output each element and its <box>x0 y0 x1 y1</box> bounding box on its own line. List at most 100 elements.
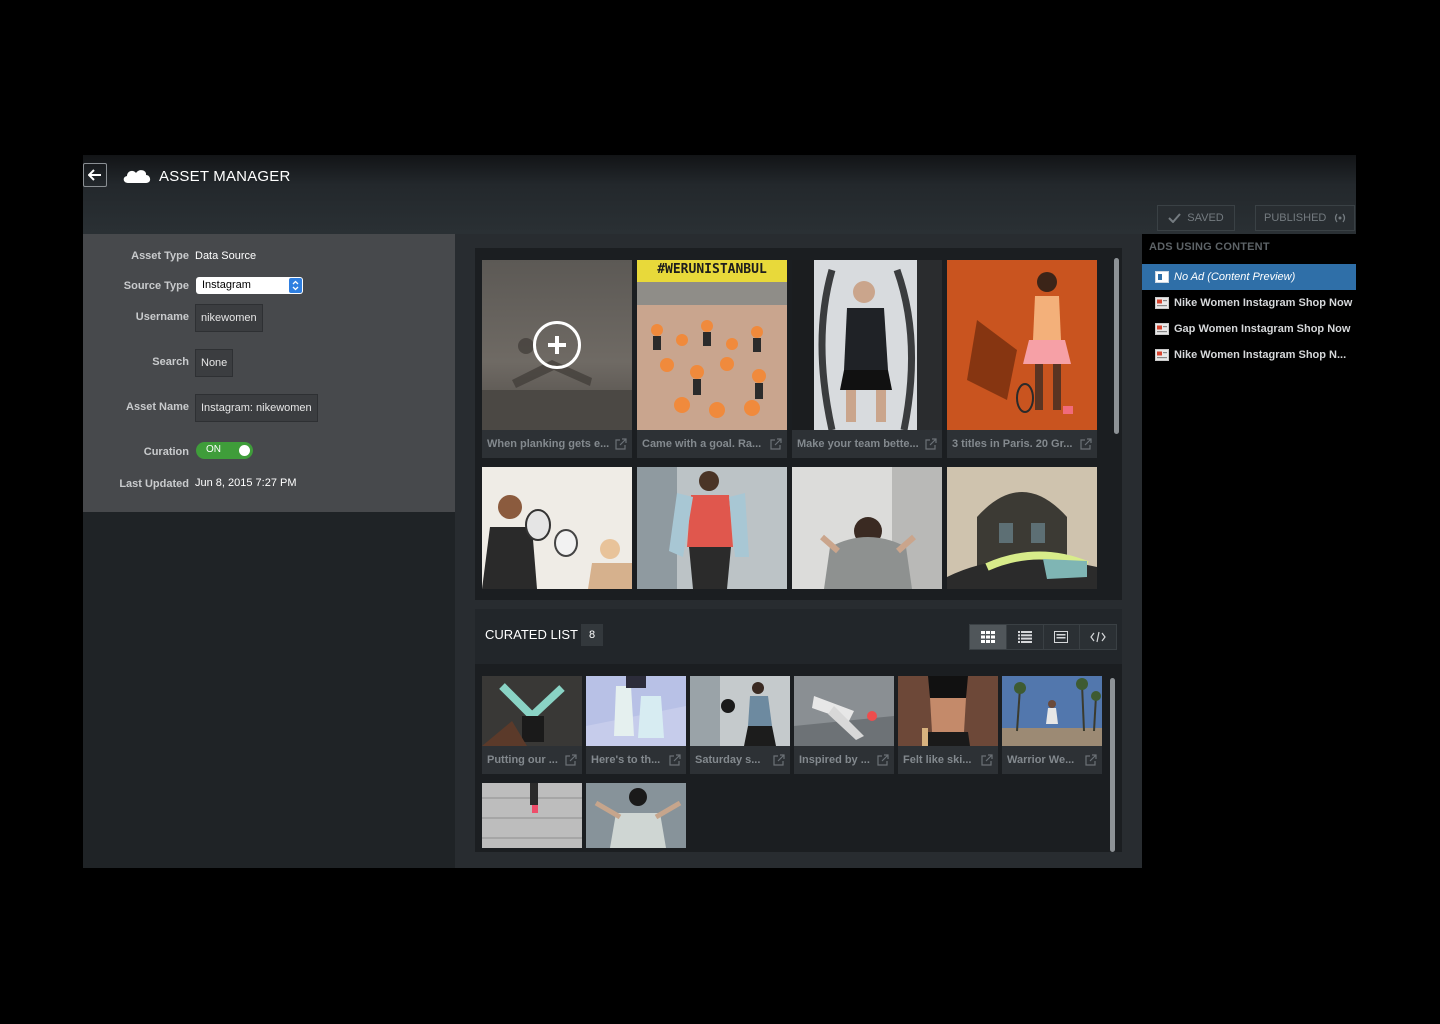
search-field[interactable]: None <box>195 349 233 377</box>
content-tile[interactable]: When planking gets e... <box>482 260 632 458</box>
curated-caption: Inspired by ... <box>794 746 894 774</box>
curated-tile[interactable]: Inspired by ... <box>794 676 894 774</box>
curated-tile[interactable]: Putting our ... <box>482 676 582 774</box>
ad-item-no-ad[interactable]: No Ad (Content Preview) <box>1142 264 1356 290</box>
source-grid-scrollbar[interactable] <box>1114 258 1119 434</box>
curated-tile[interactable]: Here's to th... <box>586 676 686 774</box>
published-button[interactable]: PUBLISHED <box>1255 205 1355 231</box>
curated-list-header: CURATED LIST 8 <box>475 609 1122 664</box>
curated-image <box>482 676 582 746</box>
detail-view-button[interactable] <box>1043 625 1081 649</box>
chevron-updown-icon <box>289 278 302 293</box>
list-view-button[interactable] <box>1006 625 1044 649</box>
code-view-button[interactable] <box>1080 625 1116 649</box>
external-link-icon[interactable] <box>615 438 627 450</box>
ad-item-label: Nike Women Instagram Shop Now <box>1174 297 1353 309</box>
external-link-icon[interactable] <box>565 754 577 766</box>
content-image <box>947 467 1097 589</box>
content-preview-icon <box>1155 271 1169 283</box>
curated-tile[interactable]: Felt like ski... <box>898 676 998 774</box>
curated-grid-scrollbar[interactable] <box>1110 678 1115 852</box>
content-image <box>947 260 1097 430</box>
curated-list-title: CURATED LIST <box>485 627 578 642</box>
search-label: Search <box>152 356 189 368</box>
asset-name-field[interactable]: Instagram: nikewomen <box>195 394 318 422</box>
external-link-icon[interactable] <box>770 438 782 450</box>
curated-image <box>586 783 686 848</box>
source-type-select[interactable]: Instagram <box>196 277 303 294</box>
external-link-icon[interactable] <box>669 754 681 766</box>
asset-name-label: Asset Name <box>126 401 189 413</box>
top-bar: ASSET MANAGER SAVED PUBLISHED <box>83 155 1356 234</box>
source-type-label: Source Type <box>123 280 189 292</box>
external-link-icon[interactable] <box>877 754 889 766</box>
username-field[interactable]: nikewomen <box>195 304 263 332</box>
curation-label: Curation <box>143 446 189 458</box>
content-tile[interactable] <box>637 467 787 589</box>
plus-icon[interactable] <box>533 321 581 369</box>
curation-toggle[interactable]: ON <box>196 442 253 459</box>
username-value: nikewomen <box>201 312 257 324</box>
curated-tile[interactable] <box>586 783 686 848</box>
external-link-icon[interactable] <box>1080 438 1092 450</box>
broadcast-icon <box>1335 213 1346 223</box>
content-tile[interactable] <box>947 467 1097 589</box>
ads-panel-header: ADS USING CONTENT <box>1149 241 1270 253</box>
content-image <box>482 467 632 589</box>
curated-count-badge: 8 <box>581 624 603 646</box>
published-label: PUBLISHED <box>1264 212 1327 224</box>
list-view-icon <box>1017 631 1032 643</box>
source-type-value: Instagram <box>202 279 251 291</box>
content-panel: When planking gets e... #WERUNISTANBUL C… <box>455 234 1142 868</box>
external-link-icon[interactable] <box>773 754 785 766</box>
curated-tile[interactable]: Saturday s... <box>690 676 790 774</box>
curated-caption: Putting our ... <box>482 746 582 774</box>
curated-tile[interactable] <box>482 783 582 848</box>
content-tile[interactable]: 3 titles in Paris. 20 Gr... <box>947 260 1097 458</box>
curated-list-grid: Putting our ... Here's to th... Saturday… <box>475 664 1122 852</box>
content-caption: Make your team bette... <box>792 430 942 458</box>
content-tile[interactable] <box>482 467 632 589</box>
ad-item-nike-women-1[interactable]: Nike Women Instagram Shop Now <box>1142 290 1356 316</box>
last-updated-value: Jun 8, 2015 7:27 PM <box>195 477 297 489</box>
curated-image <box>898 676 998 746</box>
ads-using-content-panel: ADS USING CONTENT No Ad (Content Preview… <box>1142 234 1356 868</box>
external-link-icon[interactable] <box>925 438 937 450</box>
content-tile[interactable]: Make your team bette... <box>792 260 942 458</box>
view-mode-toggle <box>969 624 1117 650</box>
content-caption: Came with a goal. Ra... <box>637 430 787 458</box>
content-caption: When planking gets e... <box>482 430 632 458</box>
asset-properties-panel: Asset Type Data Source Source Type Insta… <box>83 234 455 512</box>
saved-button[interactable]: SAVED <box>1157 205 1235 231</box>
asset-type-value: Data Source <box>195 250 257 262</box>
back-arrow-icon <box>88 169 101 181</box>
ad-item-label: Gap Women Instagram Shop Now <box>1174 323 1351 335</box>
curated-image <box>1002 676 1102 746</box>
curated-caption: Here's to th... <box>586 746 686 774</box>
curated-tile[interactable]: Warrior We... <box>1002 676 1102 774</box>
back-button[interactable] <box>83 163 107 187</box>
content-tile[interactable]: #WERUNISTANBUL Came with a goal. Ra... <box>637 260 787 458</box>
curated-caption: Saturday s... <box>690 746 790 774</box>
last-updated-label: Last Updated <box>119 478 189 490</box>
banner-text: #WERUNISTANBUL <box>657 262 767 277</box>
grid-view-button[interactable] <box>970 625 1007 649</box>
external-link-icon[interactable] <box>981 754 993 766</box>
ad-item-gap-women[interactable]: Gap Women Instagram Shop Now <box>1142 316 1356 342</box>
ad-icon <box>1155 297 1169 309</box>
detail-view-icon <box>1054 631 1069 643</box>
curated-image <box>690 676 790 746</box>
saved-label: SAVED <box>1187 212 1224 224</box>
curated-image <box>482 783 582 848</box>
content-image <box>792 467 942 589</box>
external-link-icon[interactable] <box>1085 754 1097 766</box>
checkmark-icon <box>1168 213 1182 223</box>
curated-image <box>794 676 894 746</box>
grid-view-icon <box>980 631 995 643</box>
curated-caption: Felt like ski... <box>898 746 998 774</box>
ad-item-label: Nike Women Instagram Shop N... <box>1174 349 1347 361</box>
asset-type-label: Asset Type <box>131 250 189 262</box>
content-tile[interactable] <box>792 467 942 589</box>
ad-item-nike-women-2[interactable]: Nike Women Instagram Shop N... <box>1142 342 1356 368</box>
ad-icon <box>1155 323 1169 335</box>
